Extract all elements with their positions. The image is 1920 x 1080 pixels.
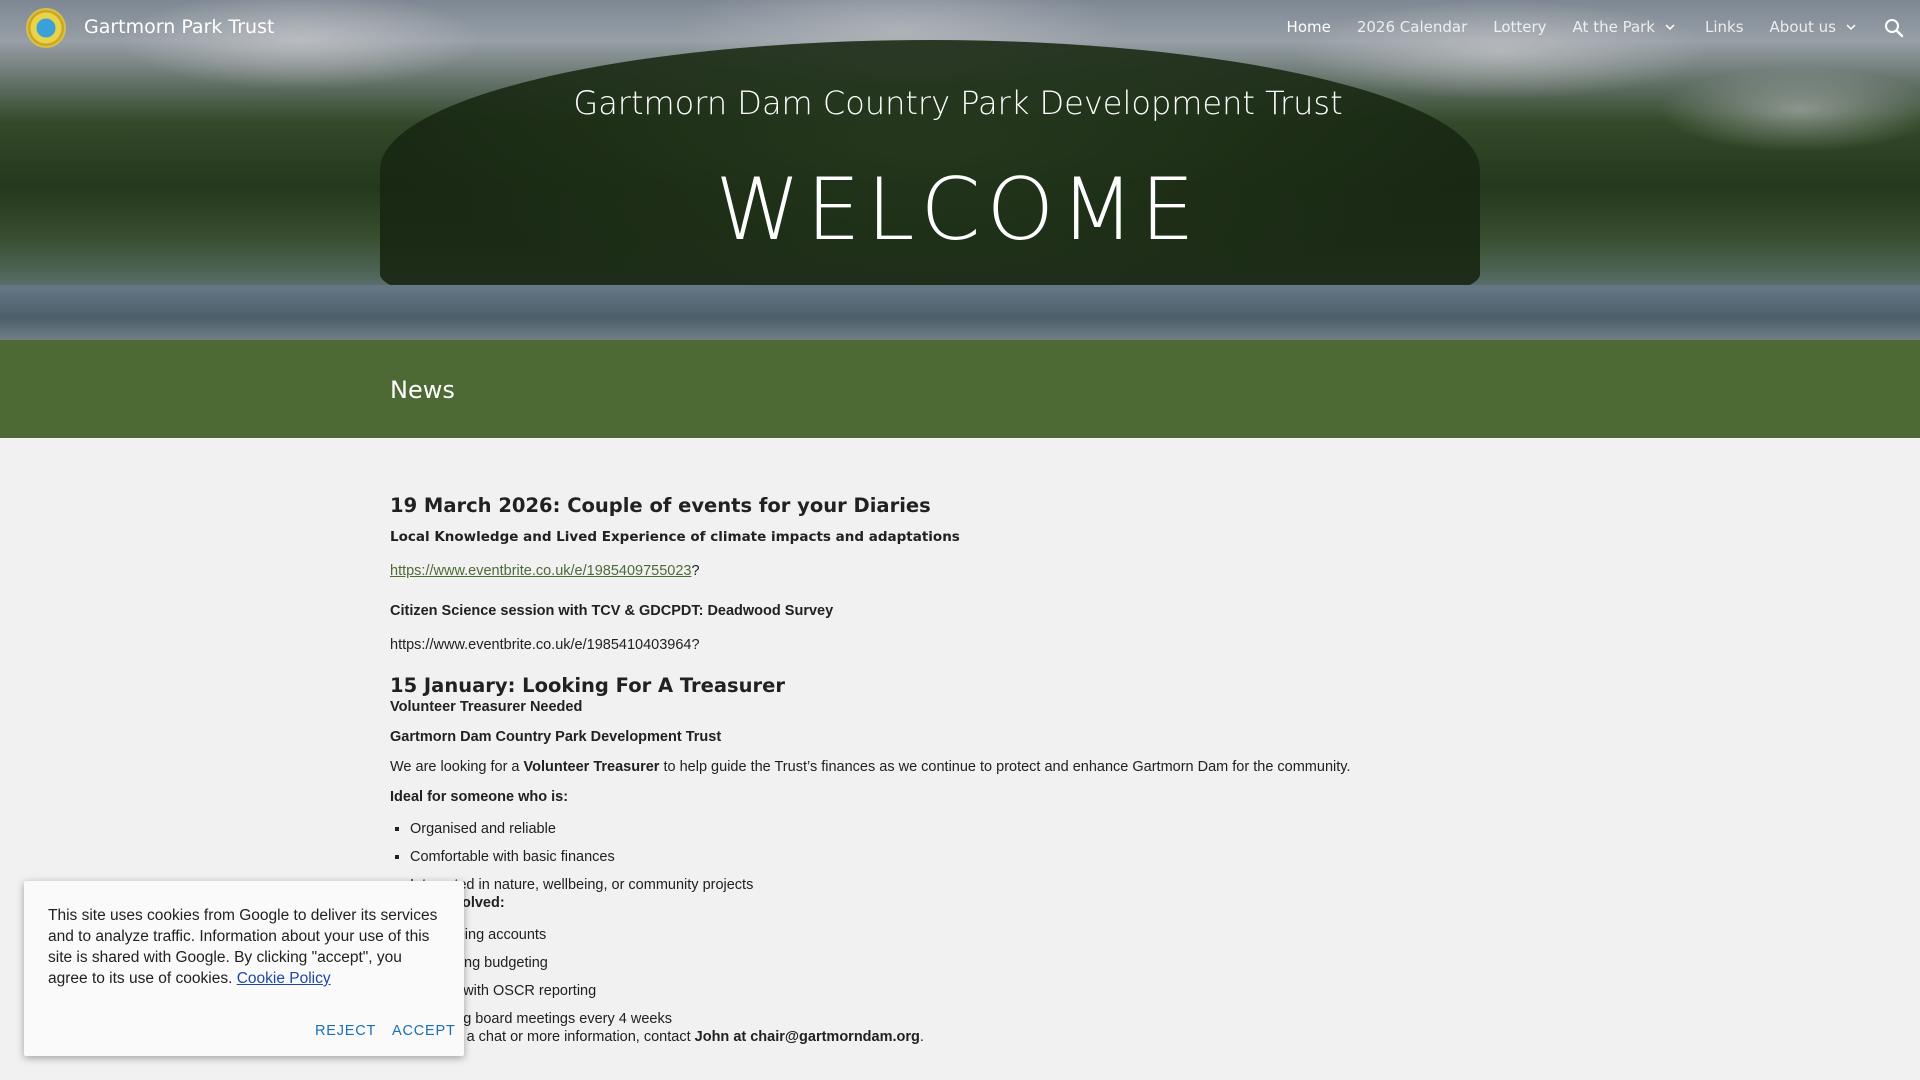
event-url-text: https://www.eventbrite.co.uk/e/198541040… (390, 637, 700, 653)
chevron-down-icon[interactable] (1661, 18, 1679, 36)
nav-item-home[interactable]: Home (1287, 18, 1331, 36)
nav-item-links[interactable]: Links (1705, 18, 1744, 36)
event-link[interactable]: https://www.eventbrite.co.uk/e/198540975… (390, 563, 691, 579)
main-nav: Home 2026 Calendar Lottery At the Park L… (1261, 18, 1860, 36)
event-title: Local Knowledge and Lived Experience of … (390, 529, 960, 545)
site-title[interactable]: Gartmorn Park Trust (84, 16, 274, 38)
involved-list: Overseeing accounts Supporting budgeting… (390, 927, 1390, 1027)
news-band: News (0, 340, 1920, 438)
nav-label: Links (1705, 18, 1744, 36)
contact-line: If you’d like a chat or more information… (390, 1029, 1390, 1045)
nav-item-2026-calendar[interactable]: 2026 Calendar (1357, 18, 1467, 36)
contact-email: John at chair@gartmorndam.org (694, 1029, 920, 1045)
post-subheading: Volunteer Treasurer Needed (390, 699, 583, 715)
news-content: 19 March 2026: Couple of events for your… (390, 494, 1390, 1045)
cookie-policy-link[interactable]: Cookie Policy (237, 970, 331, 987)
nav-label: 2026 Calendar (1356, 18, 1468, 36)
list-item: Comfortable with basic finances (410, 849, 1390, 865)
nav-item-lottery[interactable]: Lottery (1493, 18, 1546, 36)
list-item: Helping with OSCR reporting (410, 983, 1390, 999)
cookie-banner: This site uses cookies from Google to de… (24, 881, 464, 1056)
list-item: Organised and reliable (410, 821, 1390, 837)
hero-banner: Gartmorn Park Trust Home 2026 Calendar L… (0, 0, 1920, 340)
cookie-message: This site uses cookies from Google to de… (48, 905, 440, 989)
chevron-down-icon[interactable] (1842, 18, 1860, 36)
list-item: Interested in nature, wellbeing, or comm… (410, 877, 1390, 893)
section-title: News (390, 376, 455, 404)
event-link-suffix: ? (691, 563, 700, 579)
hero-subtitle: Gartmorn Dam Country Park Development Tr… (573, 84, 1343, 122)
list-item: Overseeing accounts (410, 927, 1390, 943)
event-title: Citizen Science session with TCV & GDCPD… (390, 603, 834, 619)
post-heading: 19 March 2026: Couple of events for your… (390, 494, 931, 517)
intro-text: We are looking for a (390, 759, 524, 775)
nav-label: At the Park (1572, 18, 1655, 36)
nav-label: About us (1769, 18, 1836, 36)
list-heading: Ideal for someone who is: (390, 789, 569, 805)
list-item: Supporting budgeting (410, 955, 1390, 971)
accept-button[interactable]: ACCEPT (392, 1023, 456, 1039)
intro-text: to help guide the Trust’s finances as we… (659, 759, 1351, 775)
nav-label: Lottery (1493, 18, 1547, 36)
nav-label: Home (1286, 18, 1331, 36)
search-icon[interactable] (1882, 16, 1906, 40)
list-item: Attending board meetings every 4 weeks (410, 1011, 1390, 1027)
site-logo[interactable] (26, 8, 66, 48)
ideal-list: Organised and reliable Comfortable with … (390, 821, 1390, 893)
event-link-row: https://www.eventbrite.co.uk/e/198540975… (390, 563, 1390, 579)
reject-button[interactable]: REJECT (315, 1023, 376, 1039)
list-heading: What’s involved: (390, 895, 505, 911)
top-bar: Gartmorn Park Trust Home 2026 Calendar L… (0, 0, 1920, 56)
contact-text: . (919, 1029, 924, 1045)
hero-title: WELCOME (715, 160, 1201, 260)
post-heading: 15 January: Looking For A Treasurer (390, 674, 785, 697)
post-subheading: Gartmorn Dam Country Park Development Tr… (390, 729, 722, 745)
nav-item-about-us[interactable]: About us (1770, 18, 1860, 36)
intro-bold: Volunteer Treasurer (523, 759, 660, 775)
post-intro: We are looking for a Volunteer Treasurer… (390, 759, 1390, 775)
nav-item-at-the-park[interactable]: At the Park (1573, 18, 1679, 36)
